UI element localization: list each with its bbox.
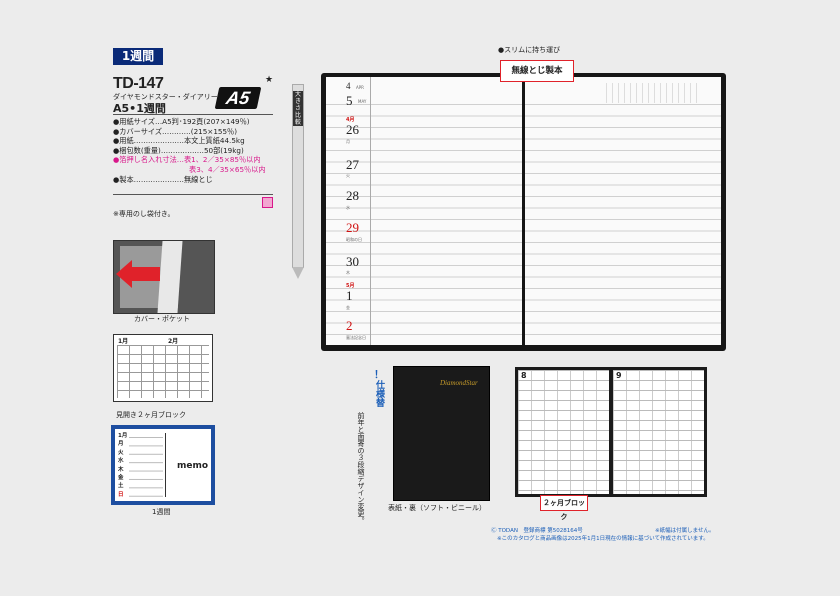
day-sub: 金 xyxy=(346,305,350,310)
day-sub: 木 xyxy=(346,270,350,275)
day-sub: 水 xyxy=(346,205,350,210)
binding-callout: 無線とじ製本 xyxy=(500,60,574,82)
cover-image: DiamondStar xyxy=(393,366,490,501)
spec-list: ●用紙サイズ…A5判･192頁(207×149％) ●カバーサイズ…………(21… xyxy=(113,117,283,184)
left-month-number: 8 xyxy=(521,371,527,380)
day-number: 28 xyxy=(346,188,359,203)
star-mark: ★ xyxy=(265,75,274,85)
footer-copyright: Ⓒ TODAN 登録商標 第5028164号 xyxy=(491,528,583,534)
pencil-label: 大きさ比較 xyxy=(293,91,303,126)
two-month-caption: 見開き２ヶ月ブロック xyxy=(116,411,186,419)
exclaim-icon: ！ xyxy=(374,370,384,381)
cover-logo: DiamondStar xyxy=(440,379,478,387)
day-number: 27 xyxy=(346,157,359,172)
right-month-number: 9 xyxy=(616,371,622,380)
spec-change-label: 仕様替 xyxy=(374,380,384,407)
day-number: 1 xyxy=(346,288,353,303)
day-label: 火 xyxy=(118,449,124,456)
memo-label: memo xyxy=(177,461,209,471)
note: ※専用のし袋付き。 xyxy=(113,210,175,218)
pencil-icon: 大きさ比較 xyxy=(292,84,304,279)
spec-binding: ●製本…………………無線とじ xyxy=(113,174,213,184)
day-sub: 火 xyxy=(346,173,350,178)
slim-callout: ●スリムに持ち運び xyxy=(498,46,561,54)
apr-label: APR xyxy=(356,85,364,90)
day-number-holiday: 2 xyxy=(346,318,353,333)
day-number: 30 xyxy=(346,254,359,269)
day-label: 金 xyxy=(118,475,124,482)
footer-paper-note: ※紙幅は付属しません。 xyxy=(655,528,715,534)
mini-calendar-icon xyxy=(606,83,701,103)
cover-caption: 表紙・裏（ソフト・ビニール） xyxy=(388,504,486,512)
spec-cover-size: ●カバーサイズ…………(215×155％) xyxy=(113,126,238,136)
spec-foil-1: ●箔押し名入れ寸法…表1、2／35×85％以内 xyxy=(113,155,261,165)
weekly-caption: 1週間 xyxy=(152,508,171,516)
divider xyxy=(113,194,273,195)
weekly-month: 1月 xyxy=(118,433,128,439)
footer-note: ※このカタログと商品画像は2025年1月1日現在の情報に基づいて作成されています… xyxy=(497,536,709,542)
pocket-caption: カバー・ポケット xyxy=(134,315,190,323)
format-badge: 1週間 xyxy=(113,48,163,65)
day-label: 土 xyxy=(118,483,124,490)
spec-foil-2: 表3、4／35×65％以内 xyxy=(189,164,266,174)
spec-pack: ●梱包数(重量)………………50部(19kg) xyxy=(113,145,244,155)
spec-paper: ●用紙…………………本文上質紙44.5kg xyxy=(113,136,245,146)
cover-pocket-image xyxy=(113,240,215,314)
divider xyxy=(113,114,273,115)
day-sub: 憲法記念日 xyxy=(346,335,366,340)
day-sub: 昭和の日 xyxy=(346,237,362,242)
top-month: 4 xyxy=(346,81,351,91)
day-label: 水 xyxy=(118,458,124,465)
left-page: 4 APR 5 MAY 4月 26 月 27 火 28 水 29 昭和の日 30… xyxy=(326,77,522,345)
day-label: 月 xyxy=(118,441,124,448)
pink-mark-icon xyxy=(262,197,273,208)
day-sub: 月 xyxy=(346,139,350,144)
two-month-spread-image: 8 9 xyxy=(515,367,707,497)
month2-label: 2月 xyxy=(168,338,179,345)
spec-paper-size: ●用紙サイズ…A5判･192頁(207×149％) xyxy=(113,117,250,126)
top-day: 5 xyxy=(346,93,353,108)
size-badge: A5 xyxy=(214,87,262,109)
day-label: 日 xyxy=(118,491,124,498)
spec-change-desc: 前年と面寄の３段縮デザイン変更。 xyxy=(357,412,365,524)
day-label: 木 xyxy=(118,466,124,473)
diary-spread: 4 APR 5 MAY 4月 26 月 27 火 28 水 29 昭和の日 30… xyxy=(321,73,726,351)
month1-label: 1月 xyxy=(118,338,129,345)
two-month-callout: ２ヶ月ブロック xyxy=(540,495,588,521)
day-number: 26 xyxy=(346,122,359,137)
day-number-holiday: 29 xyxy=(346,220,359,235)
may-label: MAY xyxy=(358,99,367,104)
product-code: TD-147 xyxy=(113,75,164,92)
right-page xyxy=(525,77,721,345)
two-month-image: 1月 2月 xyxy=(113,334,213,402)
weekly-image: 1月 月 火 水 木 金 土 日 memo xyxy=(111,425,215,505)
